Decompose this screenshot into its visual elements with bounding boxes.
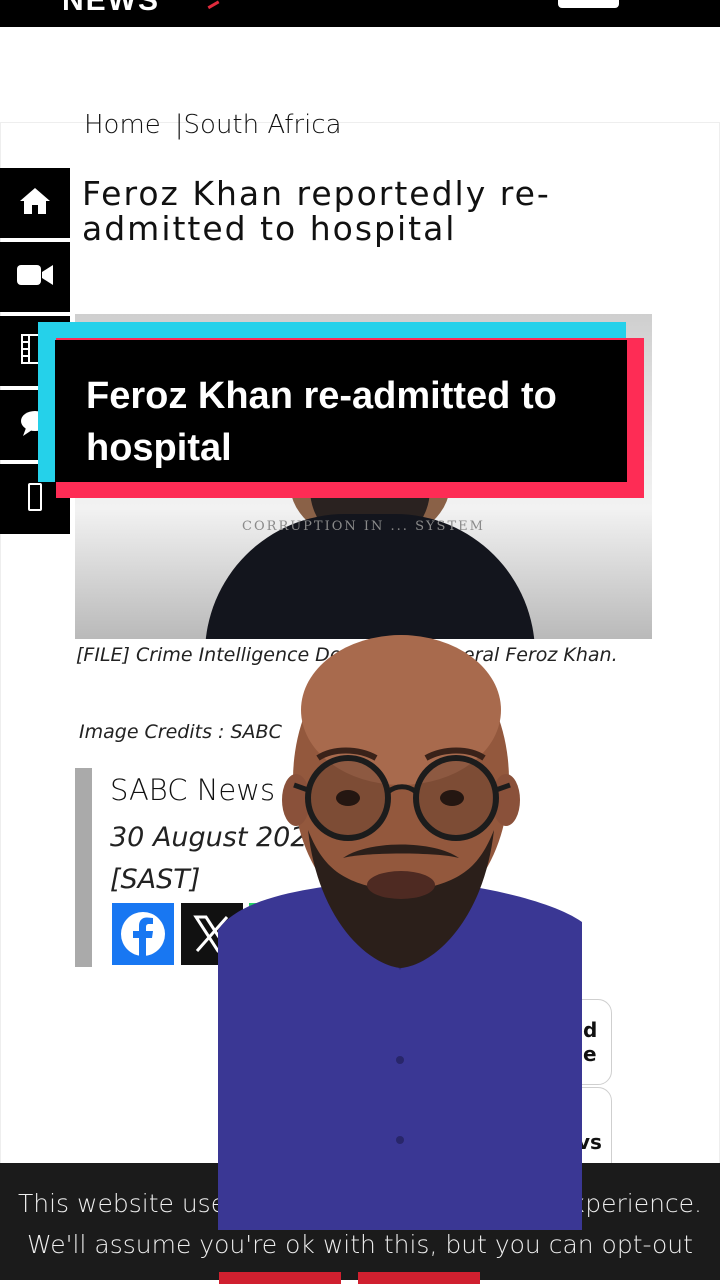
video-title-card: Feroz Khan re-admitted to hospital — [38, 322, 644, 498]
breadcrumb-separator: | — [174, 110, 184, 140]
presenter-overlay — [218, 630, 582, 1230]
video-camera-icon — [16, 262, 54, 292]
related-pill-1-text-bottom: e — [583, 1042, 597, 1066]
breadcrumb-home[interactable]: Home — [84, 110, 161, 140]
share-facebook-button[interactable] — [112, 903, 174, 965]
cookie-text-line2: We'll assume you're ok with this, but yo… — [27, 1230, 693, 1259]
hero-banner-text: CORRUPTION IN ... SYSTEM — [242, 519, 485, 534]
sidebar-item-home[interactable] — [0, 168, 70, 238]
cookie-text-line1-right: xperience. — [570, 1189, 702, 1218]
site-logo[interactable]: NEWS — [62, 0, 160, 18]
site-header: NEWS — [0, 0, 720, 27]
breadcrumb: Home |South Africa — [84, 110, 342, 140]
sidebar-item-video[interactable] — [0, 242, 70, 312]
cookie-settings-button[interactable] — [358, 1272, 480, 1284]
menu-button[interactable] — [558, 0, 619, 8]
home-icon — [19, 186, 51, 220]
related-pill-1-text-top: d — [583, 1018, 598, 1042]
title-card-text: Feroz Khan re-admitted to hospital — [86, 375, 557, 469]
author-accent-bar — [75, 768, 92, 967]
logo-accent-icon — [202, 0, 220, 10]
article-headline: Feroz Khan reportedly re-admitted to hos… — [82, 174, 551, 248]
cookie-text-line1-left: This website use — [18, 1189, 227, 1218]
cookie-accept-button[interactable] — [219, 1272, 341, 1284]
breadcrumb-section[interactable]: South Africa — [184, 110, 342, 140]
facebook-icon — [112, 912, 174, 969]
